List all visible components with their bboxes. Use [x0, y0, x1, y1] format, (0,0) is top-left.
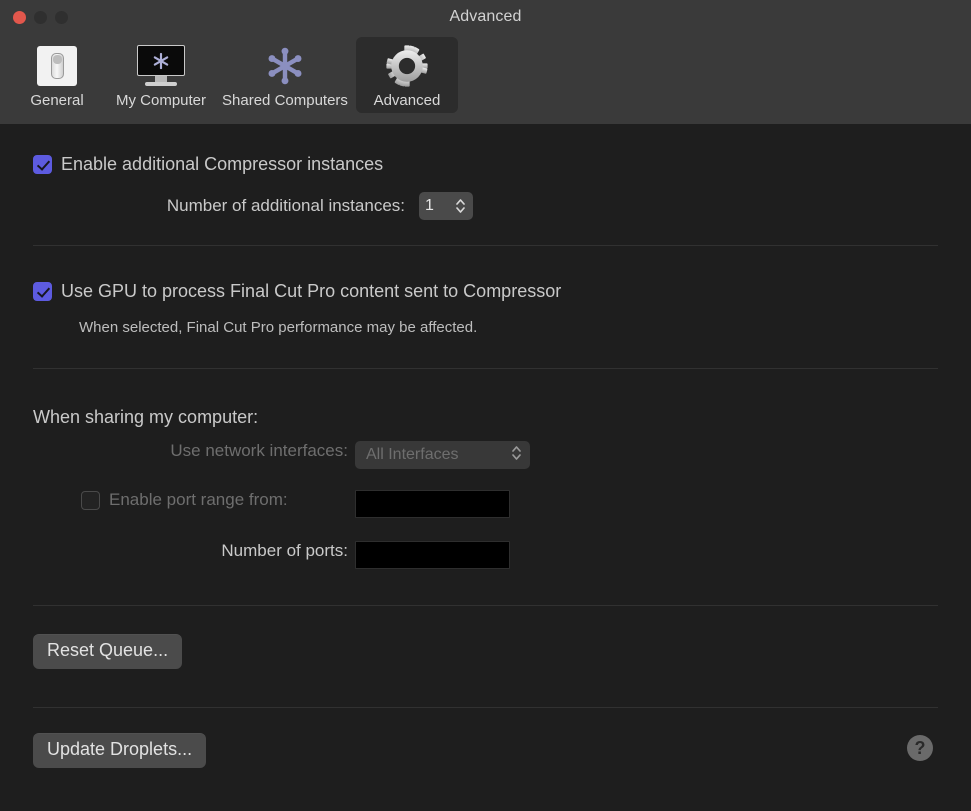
tab-advanced-icon-wrap [384, 43, 430, 89]
number-of-ports-label: Number of ports: [221, 541, 348, 561]
sharing-heading: When sharing my computer: [33, 407, 258, 428]
update-droplets-button[interactable]: Update Droplets... [33, 733, 206, 768]
switch-icon [37, 46, 77, 86]
separator-3 [33, 605, 938, 606]
number-of-ports-field-wrap[interactable] [355, 541, 510, 569]
number-of-instances-row: Number of additional instances: 1 [33, 192, 473, 220]
preferences-toolbar: General [0, 36, 971, 124]
use-gpu-checkbox[interactable] [33, 282, 52, 301]
chevron-up-down-icon [510, 443, 523, 463]
update-droplets-row: Update Droplets... [33, 733, 206, 768]
advanced-preferences-window: Advanced General [0, 0, 971, 811]
window-title: Advanced [0, 8, 971, 26]
stepper-arrows[interactable] [454, 196, 467, 216]
help-button-wrap[interactable]: ? [907, 735, 933, 761]
separator-2 [33, 368, 938, 369]
advanced-settings-pane: Enable additional Compressor instances N… [0, 124, 971, 811]
enable-additional-instances-row[interactable]: Enable additional Compressor instances [33, 154, 383, 175]
use-gpu-row[interactable]: Use GPU to process Final Cut Pro content… [33, 281, 561, 302]
tab-my-computer[interactable]: My Computer [108, 37, 214, 113]
number-of-instances-stepper[interactable]: 1 [419, 192, 473, 220]
enable-additional-instances-label: Enable additional Compressor instances [61, 154, 383, 175]
number-of-instances-label: Number of additional instances: [167, 196, 405, 216]
tab-my-computer-icon-wrap [133, 43, 189, 89]
popup-arrows [510, 443, 523, 468]
enable-additional-instances-checkbox[interactable] [33, 155, 52, 174]
number-of-ports-row: Number of ports: [33, 541, 348, 561]
tab-shared-computers[interactable]: Shared Computers [214, 37, 356, 113]
tab-advanced[interactable]: Advanced [356, 37, 458, 113]
reset-queue-button[interactable]: Reset Queue... [33, 634, 182, 669]
tab-advanced-label: Advanced [374, 92, 441, 109]
port-range-from-input[interactable] [355, 490, 510, 518]
tab-general[interactable]: General [6, 37, 108, 113]
tab-shared-computers-icon-wrap [262, 43, 308, 89]
number-of-instances-value: 1 [425, 197, 434, 215]
use-gpu-label: Use GPU to process Final Cut Pro content… [61, 281, 561, 302]
display-asterisk-icon [133, 45, 189, 87]
network-interfaces-label: Use network interfaces: [170, 441, 348, 461]
enable-port-range-row[interactable]: Enable port range from: [81, 490, 288, 510]
tab-my-computer-label: My Computer [116, 92, 206, 109]
separator-1 [33, 245, 938, 246]
network-interfaces-value: All Interfaces [366, 446, 458, 464]
number-of-ports-input[interactable] [355, 541, 510, 569]
port-range-field-wrap[interactable] [355, 490, 510, 518]
network-interfaces-popup-wrap[interactable]: All Interfaces [355, 441, 530, 469]
asterisk-icon [262, 43, 308, 89]
window-titlebar: Advanced [0, 0, 971, 36]
tab-shared-computers-label: Shared Computers [222, 92, 348, 109]
chevron-up-down-icon [454, 196, 467, 216]
use-gpu-note: When selected, Final Cut Pro performance… [79, 319, 477, 336]
network-interfaces-row: Use network interfaces: [33, 441, 348, 461]
reset-queue-row: Reset Queue... [33, 634, 182, 669]
separator-4 [33, 707, 938, 708]
enable-port-range-checkbox[interactable] [81, 491, 100, 510]
enable-port-range-label: Enable port range from: [109, 490, 288, 510]
help-button[interactable]: ? [907, 735, 933, 761]
tab-general-icon-wrap [37, 43, 77, 89]
asterisk-glyph [151, 51, 171, 71]
gear-icon [384, 43, 430, 89]
tab-general-label: General [30, 92, 83, 109]
network-interfaces-popup[interactable]: All Interfaces [355, 441, 530, 469]
